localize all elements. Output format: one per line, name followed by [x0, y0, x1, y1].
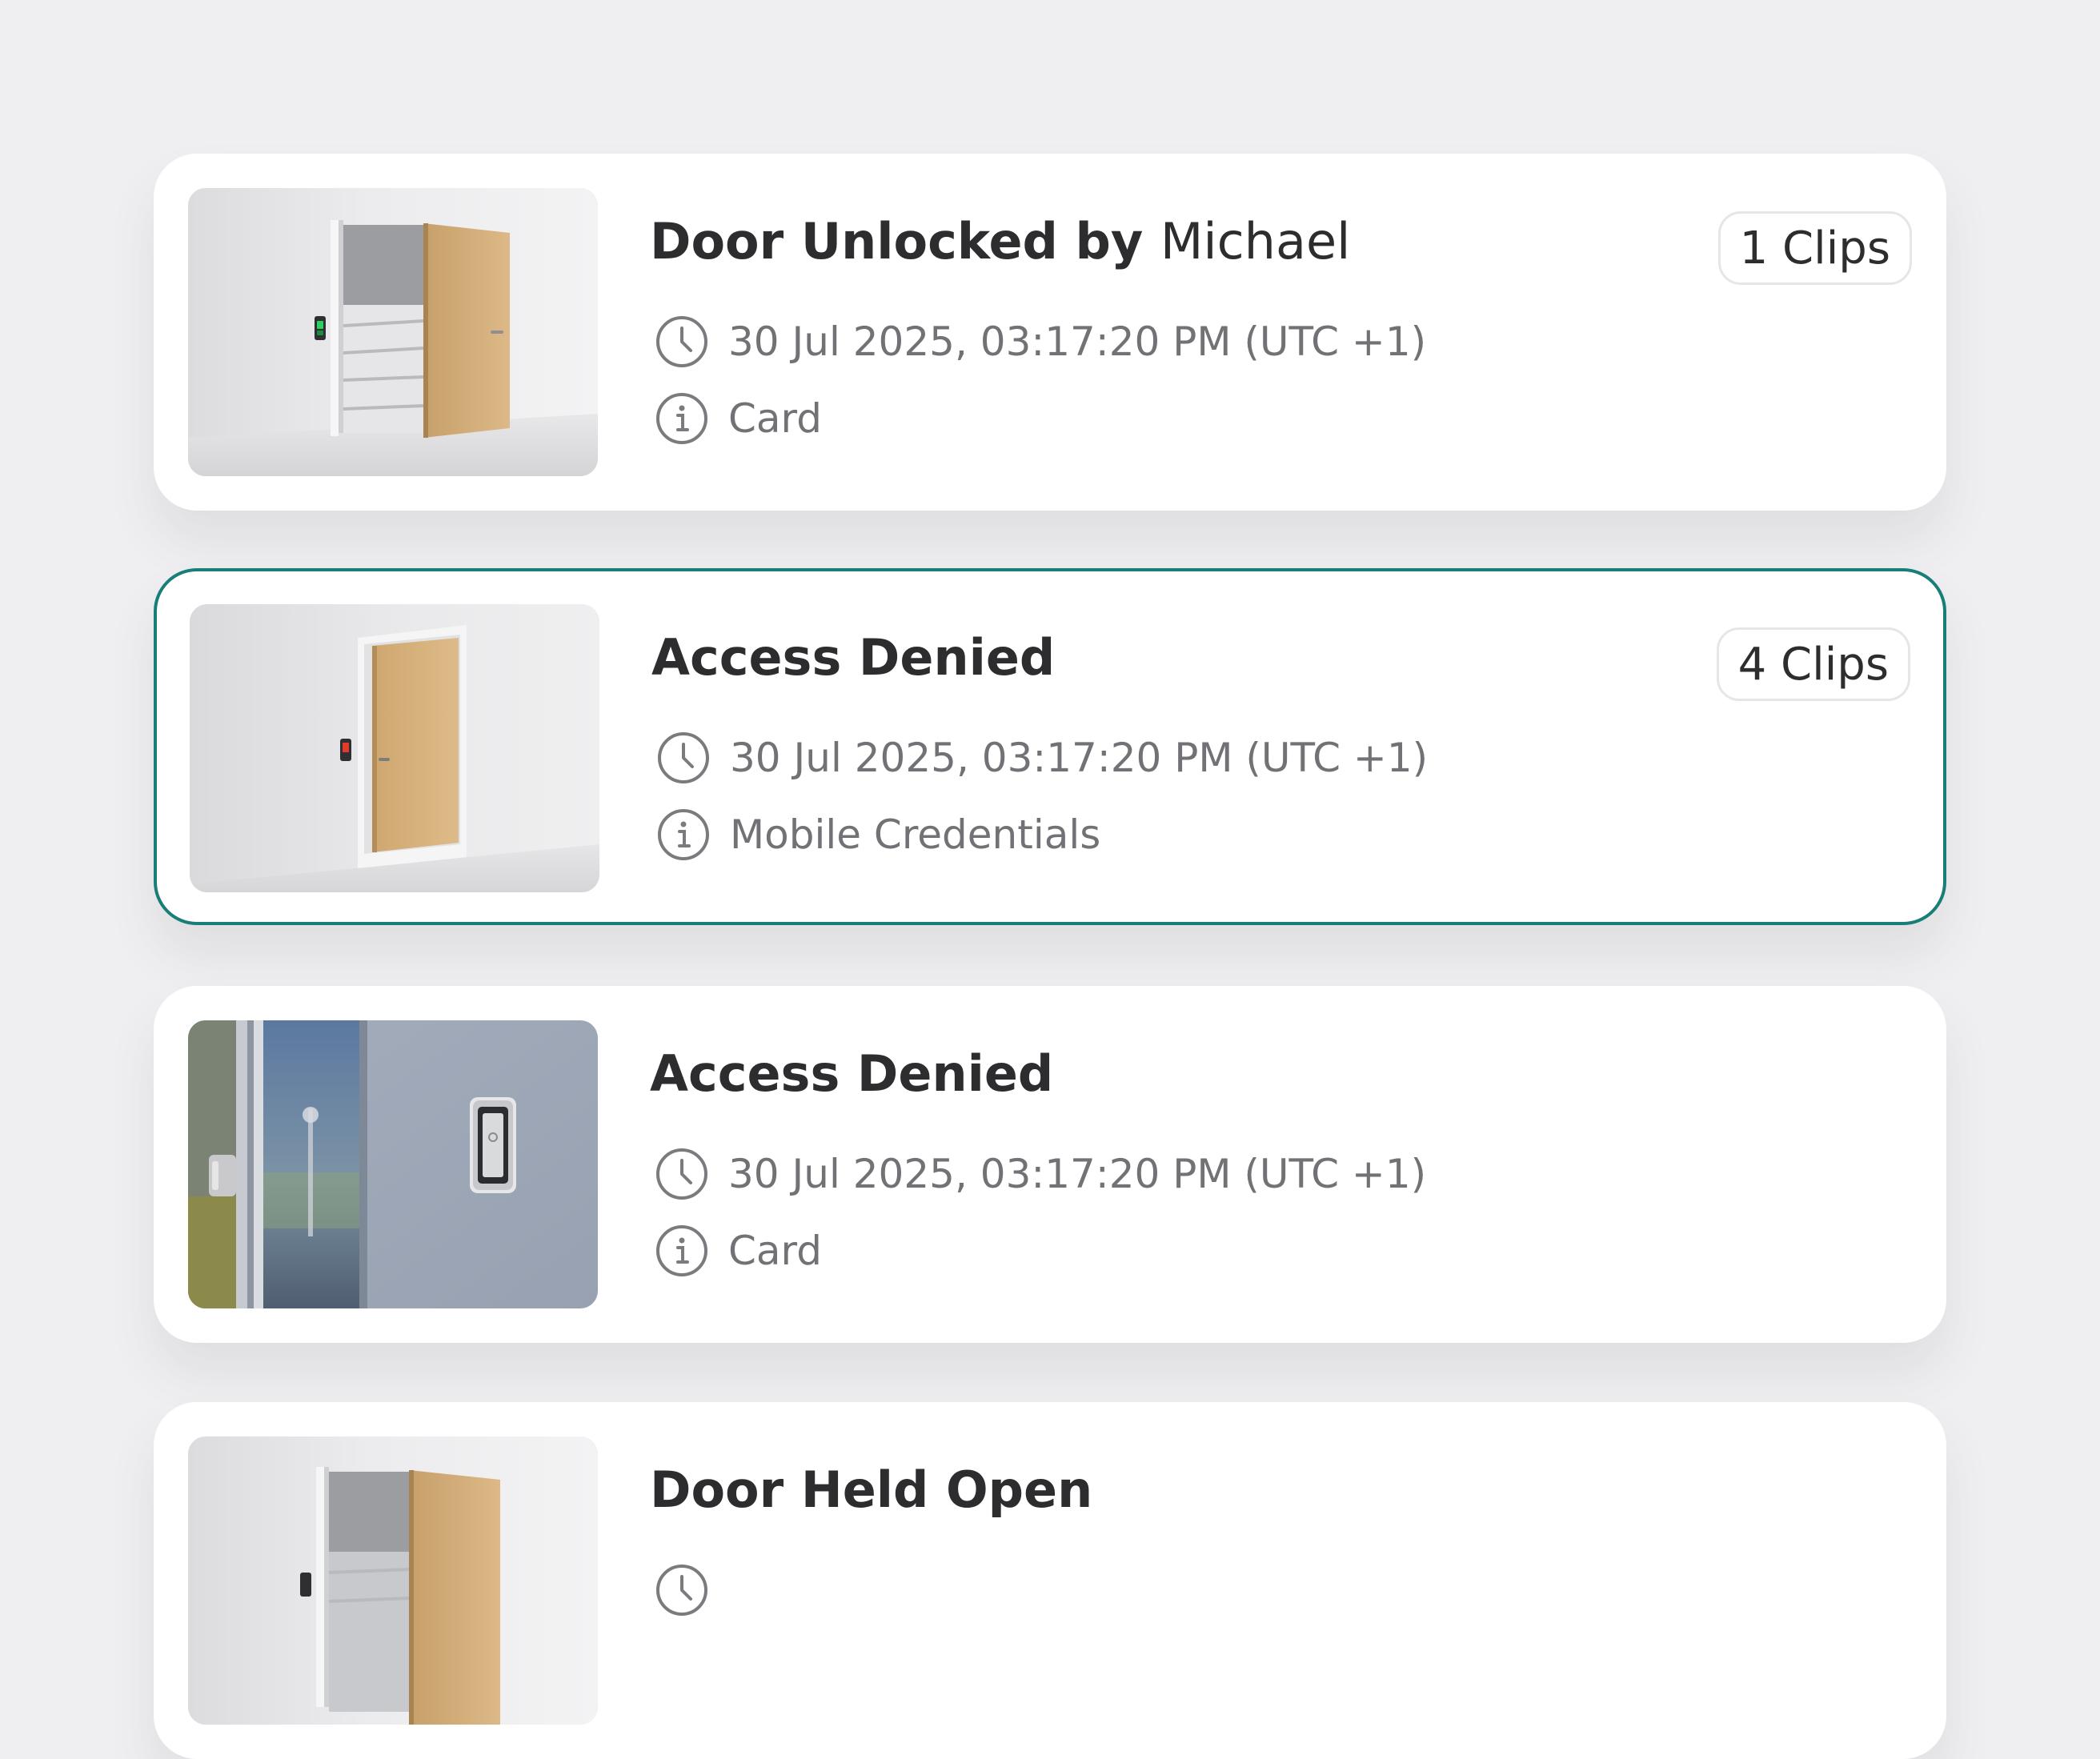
event-title-text: Door Unlocked by: [650, 212, 1144, 270]
event-user-name: Michael: [1160, 212, 1351, 270]
event-timestamp: 30 Jul 2025, 03:17:20 PM (UTC +1): [728, 319, 1427, 365]
event-timestamp-row: 30 Jul 2025, 03:17:20 PM (UTC +1): [655, 1146, 1426, 1202]
clips-badge[interactable]: 4 Clips: [1716, 627, 1910, 701]
door-held-open-image: [188, 1436, 598, 1725]
info-icon: [656, 807, 711, 862]
event-card-door-held-open[interactable]: Door Held Open: [154, 1402, 1946, 1759]
event-thumbnail[interactable]: [188, 188, 598, 476]
event-thumbnail[interactable]: [188, 1436, 598, 1725]
event-title: Door Held Open: [650, 1460, 1093, 1519]
event-method-row: Card: [655, 391, 822, 447]
event-timestamp-row: 30 Jul 2025, 03:17:20 PM (UTC +1): [655, 314, 1426, 370]
info-icon: [655, 1224, 709, 1278]
event-card-door-unlocked[interactable]: Door Unlocked by Michael 1 Clips 30 Jul …: [154, 154, 1946, 511]
event-title: Access Denied: [651, 628, 1056, 687]
event-feed: Door Unlocked by Michael 1 Clips 30 Jul …: [0, 0, 2100, 1759]
event-thumbnail[interactable]: [190, 604, 599, 892]
event-timestamp-row: 30 Jul 2025, 03:17:20 PM (UTC +1): [656, 730, 1428, 786]
clock-icon: [656, 731, 711, 785]
clock-icon: [655, 1563, 709, 1617]
door-open-image: [188, 188, 598, 476]
event-timestamp: 30 Jul 2025, 03:17:20 PM (UTC +1): [728, 1151, 1427, 1197]
clips-badge[interactable]: 1 Clips: [1717, 211, 1912, 285]
event-timestamp-row: [655, 1562, 709, 1618]
event-method-row: Card: [655, 1223, 822, 1279]
clock-icon: [655, 315, 709, 369]
event-title: Door Unlocked by Michael: [650, 210, 1350, 274]
event-method: Mobile Credentials: [730, 811, 1101, 858]
event-method: Card: [728, 395, 822, 442]
event-card-access-denied-selected[interactable]: Access Denied 4 Clips 30 Jul 2025, 03:17…: [154, 568, 1946, 925]
event-title: Access Denied: [650, 1044, 1054, 1103]
wall-card-reader-image: [188, 1020, 598, 1308]
event-timestamp: 30 Jul 2025, 03:17:20 PM (UTC +1): [730, 735, 1429, 781]
event-card-access-denied[interactable]: Access Denied 30 Jul 2025, 03:17:20 PM (…: [154, 986, 1946, 1343]
event-method-row: Mobile Credentials: [656, 807, 1100, 863]
info-icon: [655, 391, 709, 446]
clock-icon: [655, 1147, 709, 1201]
event-thumbnail[interactable]: [188, 1020, 598, 1308]
door-closed-image: [190, 604, 599, 892]
event-method: Card: [728, 1228, 822, 1274]
